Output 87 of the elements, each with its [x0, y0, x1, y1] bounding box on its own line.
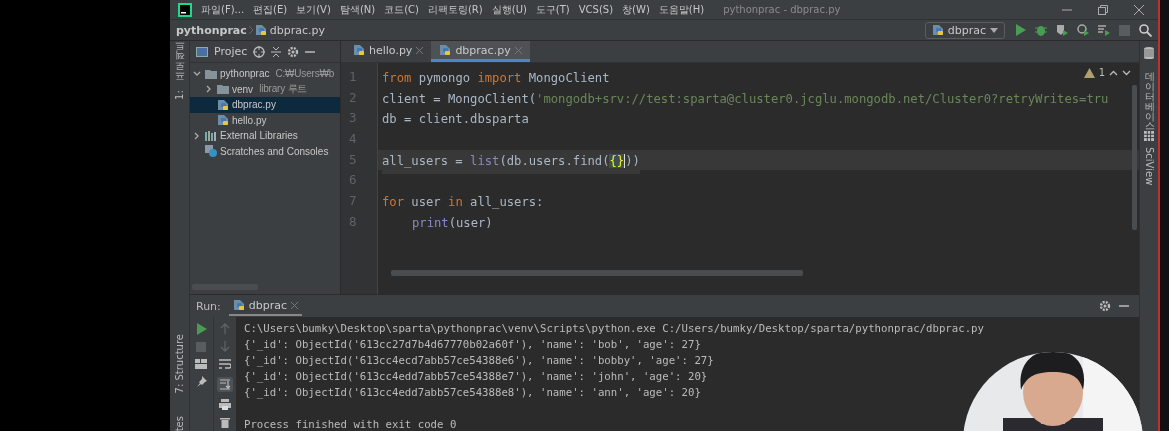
console-line: Process finished with exit code 0 — [244, 417, 458, 431]
coverage-icon[interactable] — [1056, 24, 1068, 36]
panel-title[interactable]: Projec — [214, 45, 248, 58]
folder-icon — [205, 68, 217, 79]
menu-item[interactable]: 창(W) — [622, 2, 650, 17]
python-file-icon — [439, 44, 452, 56]
caret-icon — [990, 27, 998, 33]
console-line: {'_id': ObjectId('613cc4edd7abb57ce54388e7'), 'name': 'john', 'age': 20} — [244, 369, 709, 385]
rerun-icon[interactable] — [195, 323, 207, 335]
console-line: C:\Users\bumky\Desktop\sparta\pythonprac\venv\Scripts\python.exe C:/Users/bumky/Desktop/sparta/pythonprac/dbprac.py — [244, 321, 984, 337]
python-file-icon — [353, 44, 365, 56]
editor-tab[interactable]: hello.py — [345, 41, 432, 62]
code-line: client = MongoClient('mongodb+srv://test:sparta@cluster0.jcglu.mongodb.net/Cluster0?retryWrites=tru — [382, 91, 1109, 108]
folder-icon — [217, 84, 229, 95]
path-hint: library 루트 — [259, 82, 308, 97]
debug-bug-icon[interactable] — [1035, 24, 1047, 36]
console-line: {'_id': ObjectId('613cc4edd7abb57ce54388e8'), 'name': 'ann', 'age': 20} — [244, 385, 702, 401]
python-file-icon — [217, 98, 229, 111]
project-tool-tab[interactable]: 1: 프로젝트 — [172, 47, 187, 100]
breadcrumb-item[interactable]: dbprac.py — [269, 23, 325, 37]
run-icon[interactable] — [1015, 24, 1026, 36]
menu-item[interactable]: VCS(S) — [578, 4, 614, 15]
profile-icon[interactable] — [1077, 24, 1089, 36]
grid-icon[interactable] — [1144, 131, 1154, 141]
menu-item[interactable]: 보기(V) — [296, 2, 331, 17]
pin-icon[interactable] — [195, 376, 207, 387]
run-config-dropdown[interactable]: dbprac — [924, 21, 1005, 39]
database-tool-tab[interactable]: 데이터베이스 — [1142, 65, 1156, 125]
sciview-tool-tab[interactable]: SciView — [1143, 147, 1155, 186]
library-icon — [205, 130, 217, 141]
console-line: {'_id': ObjectId('613cc4ecd7abb57ce54388e6'), 'name': 'bobby', 'age': 27} — [244, 353, 715, 369]
restore-icon[interactable] — [1098, 4, 1108, 15]
concurrency-icon[interactable] — [1098, 24, 1110, 36]
scroll-to-end-icon[interactable] — [216, 377, 233, 392]
scrollbar[interactable] — [391, 270, 803, 276]
warning-count[interactable]: 1 — [1098, 67, 1105, 78]
python-icon — [931, 24, 944, 36]
tree-item[interactable]: venv library 루트 — [190, 81, 340, 97]
menu-item[interactable]: 도움말(H) — [658, 2, 705, 17]
tree-item[interactable]: pythonprac C:₩Users₩b — [190, 66, 340, 82]
console-line: {'_id': ObjectId('613cc27d7b4d67770b02a60f'), 'name': 'bob', 'age': 27} — [244, 337, 702, 353]
print-icon[interactable] — [218, 399, 231, 410]
window-title: pythonprac - dbprac.py — [723, 4, 842, 15]
run-label: Run: — [196, 299, 221, 313]
tree-item[interactable]: External Libraries — [190, 128, 340, 144]
soft-wrap-icon[interactable] — [218, 359, 231, 370]
code-line: from pymongo import MongoClient — [382, 71, 610, 87]
python-icon — [232, 299, 245, 311]
menu-item[interactable]: 탐색(N) — [339, 2, 376, 17]
menu-item[interactable]: 코드(C) — [384, 2, 419, 17]
gear-icon[interactable] — [1099, 300, 1111, 312]
tool-window-tab[interactable]: 7: Structure — [174, 334, 185, 394]
tree-item[interactable]: Scratches and Consoles — [190, 143, 340, 159]
menu-item[interactable]: 리팩토링(R) — [427, 2, 483, 17]
close-icon[interactable] — [291, 301, 299, 309]
tree-item[interactable]: dbprac.py — [190, 97, 340, 113]
gear-icon[interactable] — [287, 45, 300, 58]
chevron-right-icon — [246, 25, 255, 35]
run-tab[interactable]: dbprac — [228, 296, 303, 316]
scratches-icon — [205, 145, 217, 158]
menu-item[interactable]: 파일(F)... — [201, 2, 245, 17]
breadcrumb-item[interactable]: pythonprac — [176, 23, 247, 37]
up-chevron-icon[interactable] — [1109, 69, 1118, 76]
search-icon[interactable] — [1139, 23, 1152, 37]
project-window-icon[interactable] — [196, 46, 208, 57]
app-logo-icon[interactable] — [178, 2, 192, 17]
down-chevron-icon[interactable] — [1122, 69, 1131, 76]
trash-icon[interactable] — [219, 417, 230, 428]
tree-item[interactable]: hello.py — [190, 112, 340, 128]
close-icon[interactable] — [1134, 4, 1144, 15]
menu-item[interactable]: 도구(T) — [535, 2, 570, 17]
warning-icon[interactable] — [1083, 67, 1095, 78]
layout-icon[interactable] — [195, 359, 208, 369]
menu-item[interactable]: 실행(U) — [491, 2, 527, 17]
code-line: print(user) — [412, 215, 493, 232]
code-line: for user in all_users: — [382, 195, 544, 212]
scrollbar[interactable] — [1132, 85, 1137, 230]
editor-tab[interactable]: dbprac.py — [431, 41, 530, 62]
crosshair-icon[interactable] — [253, 45, 266, 58]
close-icon[interactable] — [416, 46, 424, 54]
python-file-icon — [217, 114, 229, 127]
python-file-icon — [254, 24, 267, 36]
code-line: db = client.dbsparta — [382, 112, 529, 129]
path-hint: C:₩Users₩b — [275, 68, 335, 80]
tool-window-tab[interactable]: tes — [174, 415, 185, 431]
collapse-all-icon[interactable] — [271, 45, 282, 58]
menu-item[interactable]: 편집(E) — [253, 2, 288, 17]
